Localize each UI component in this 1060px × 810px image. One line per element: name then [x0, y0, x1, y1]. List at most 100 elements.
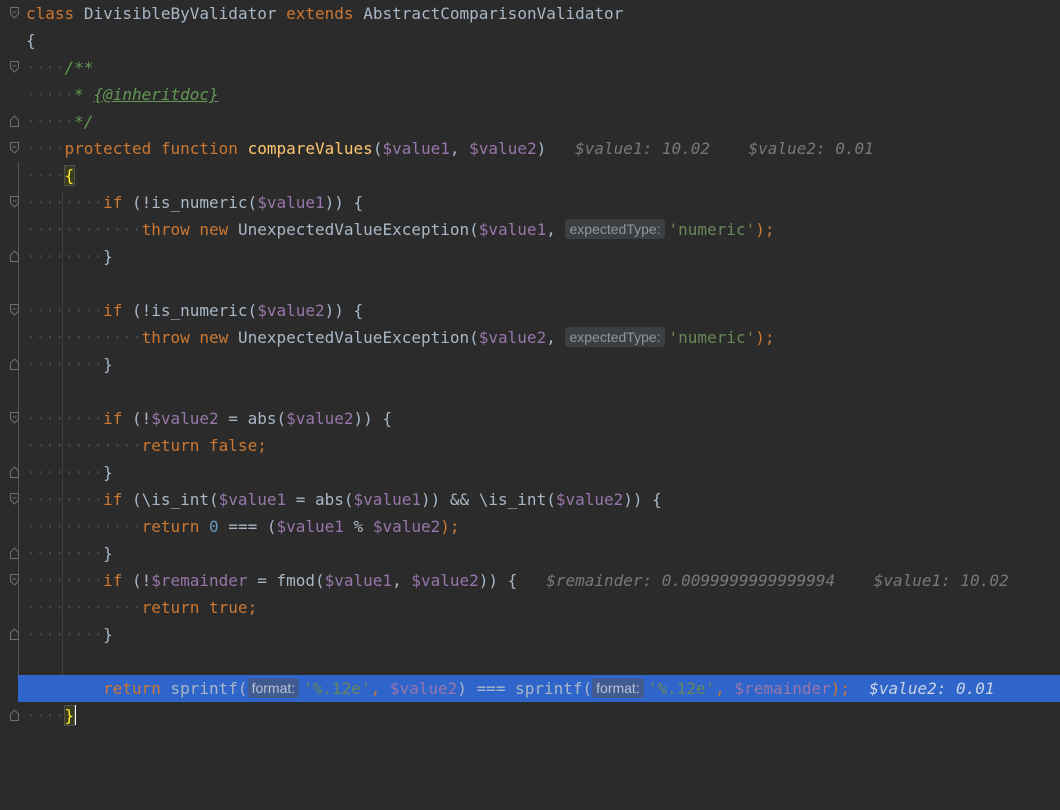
fold-icon[interactable]: [10, 304, 19, 316]
variable: $value1: [382, 139, 450, 158]
code-line[interactable]: ········}: [0, 243, 1060, 270]
parameter-hint: format:: [592, 678, 644, 698]
code-text: ,: [546, 328, 566, 347]
variable: $value2: [389, 679, 458, 698]
debug-value: $remainder: 0.0099999999999994 $value1: …: [546, 571, 1009, 590]
doc-tag[interactable]: {@inheritdoc}: [93, 85, 218, 104]
variable: $value2: [411, 571, 479, 590]
fold-icon[interactable]: [10, 493, 19, 505]
execution-line[interactable]: ········return sprintf(format: '%.12e', $…: [18, 675, 1060, 702]
code-line[interactable]: ·····* {@inheritdoc}: [0, 81, 1060, 108]
brace: }: [103, 544, 113, 563]
code-text: ;: [247, 598, 258, 617]
code-line[interactable]: ····{: [0, 162, 1060, 189]
variable: $remainder: [734, 679, 831, 698]
code-line[interactable]: ········}: [0, 621, 1060, 648]
code-text: ;: [257, 436, 267, 455]
code-line[interactable]: class DivisibleByValidator extends Abstr…: [0, 0, 1060, 27]
fold-end-icon[interactable]: [10, 250, 19, 262]
variable: $value1: [478, 220, 547, 239]
keyword: if: [103, 193, 123, 212]
keyword: new: [199, 328, 229, 347]
variable: $value2: [478, 328, 547, 347]
fold-end-icon[interactable]: [10, 466, 19, 478]
string-literal: 'numeric': [668, 328, 756, 347]
keyword: if: [103, 409, 123, 428]
variable: $value1: [353, 490, 421, 509]
doc-comment: /**: [64, 58, 94, 77]
fold-end-icon[interactable]: [10, 709, 19, 721]
fold-icon[interactable]: [10, 196, 19, 208]
string-literal: 'numeric': [668, 220, 756, 239]
variable: $value2: [469, 139, 537, 158]
brace: }: [103, 463, 113, 482]
keyword: new: [199, 220, 229, 239]
fold-icon[interactable]: [10, 142, 19, 154]
code-line[interactable]: ············return 0 === ($value1 % $val…: [0, 513, 1060, 540]
code-line[interactable]: ············return true;: [0, 594, 1060, 621]
keyword: return: [103, 679, 161, 698]
code-line[interactable]: ····/**: [0, 54, 1060, 81]
variable: $value1: [218, 490, 287, 509]
code-text: === (: [218, 517, 277, 536]
fold-end-icon[interactable]: [10, 358, 19, 370]
doc-comment: */: [74, 112, 94, 131]
code-text: )) && \is_int(: [420, 490, 556, 509]
code-line[interactable]: ····}: [0, 702, 1060, 729]
keyword: function: [160, 139, 238, 158]
keyword: return: [141, 436, 200, 455]
fold-icon[interactable]: [10, 61, 19, 73]
method-name: compareValues: [247, 139, 373, 158]
code-text: )) {: [324, 301, 364, 320]
variable: $remainder: [151, 571, 248, 590]
variable: $value1: [257, 193, 325, 212]
code-line[interactable]: ········if (!$value2 = abs($value2)) {: [0, 405, 1060, 432]
debug-value: $value2: 0.01: [869, 679, 995, 698]
code-text: sprintf(: [160, 679, 248, 698]
code-text: )) {: [478, 571, 518, 590]
variable: $value1: [276, 517, 344, 536]
code-line[interactable]: ············throw new UnexpectedValueExc…: [0, 216, 1060, 243]
code-text: )) {: [324, 193, 364, 212]
code-text: = abs(: [218, 409, 287, 428]
fold-end-icon[interactable]: [10, 115, 19, 127]
code-line[interactable]: ········if (\is_int($value1 = abs($value…: [0, 486, 1060, 513]
code-line[interactable]: {: [0, 27, 1060, 54]
code-line[interactable]: ············throw new UnexpectedValueExc…: [0, 324, 1060, 351]
keyword: extends: [286, 4, 354, 23]
string-literal: '%.12e': [303, 679, 371, 698]
fold-icon[interactable]: [10, 7, 19, 19]
code-editor[interactable]: class DivisibleByValidator extends Abstr…: [0, 0, 1060, 739]
code-line[interactable]: ····protected function compareValues($va…: [0, 135, 1060, 162]
code-line[interactable]: ········if (!is_numeric($value1)) {: [0, 189, 1060, 216]
code-text: );: [440, 517, 460, 536]
code-text: UnexpectedValueException(: [228, 328, 479, 347]
code-line[interactable]: ········}: [0, 540, 1060, 567]
code-line[interactable]: ·····*/: [0, 108, 1060, 135]
keyword: class: [26, 4, 75, 23]
fold-icon[interactable]: [10, 574, 19, 586]
brace: }: [103, 247, 113, 266]
fold-end-icon[interactable]: [10, 547, 19, 559]
code-line[interactable]: ········if (!$remainder = fmod($value1, …: [0, 567, 1060, 594]
parameter-hint: format:: [247, 678, 300, 698]
variable: $value2: [555, 490, 624, 509]
code-line[interactable]: ········}: [0, 459, 1060, 486]
fold-end-icon[interactable]: [10, 628, 19, 640]
code-text: )) {: [623, 490, 662, 509]
text-caret: [74, 705, 77, 725]
matched-brace: }: [63, 705, 76, 726]
code-line[interactable]: ········}: [0, 351, 1060, 378]
code-text: );: [830, 679, 851, 698]
fold-icon[interactable]: [10, 412, 19, 424]
keyword: throw: [141, 220, 190, 239]
code-text: )) {: [353, 409, 393, 428]
code-line[interactable]: ············return false;: [0, 432, 1060, 459]
code-text: = abs(: [286, 490, 354, 509]
doc-comment: *: [74, 85, 94, 104]
code-text: ,: [546, 220, 566, 239]
code-line[interactable]: ········if (!is_numeric($value2)) {: [0, 297, 1060, 324]
parameter-hint: expectedType:: [565, 219, 665, 239]
comma: ,: [449, 139, 470, 158]
keyword: protected: [64, 139, 152, 158]
